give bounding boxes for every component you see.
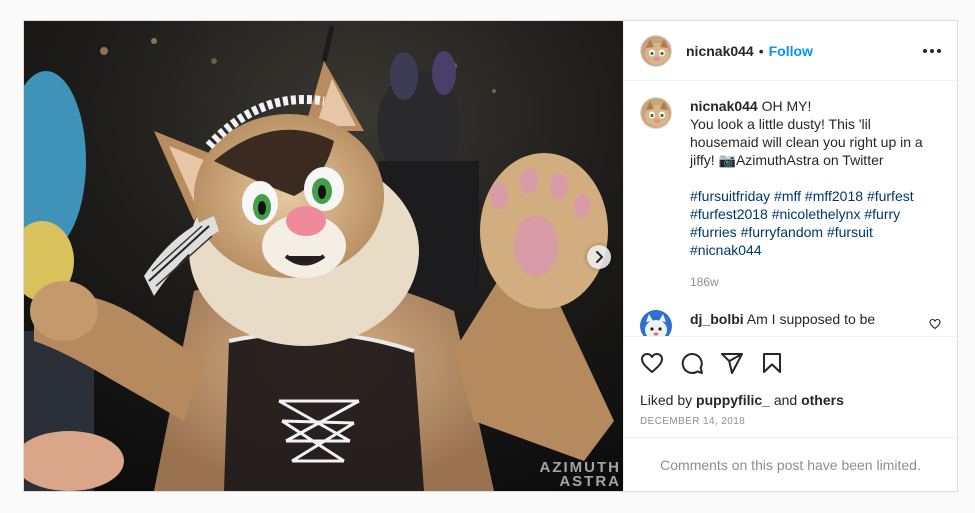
post-actions (624, 336, 957, 388)
avatar-image (641, 98, 671, 128)
caption-avatar[interactable] (640, 97, 672, 129)
caption-hashtags: #fursuitfriday #mff #mff2018 #furfest #f… (690, 187, 935, 259)
caption-timestamp[interactable]: 186w (690, 273, 935, 291)
comment-username[interactable]: dj_bolbi (690, 311, 744, 327)
hashtag-link[interactable]: #furry (864, 206, 900, 222)
hashtag-link[interactable]: #nicnak044 (690, 242, 762, 258)
caption: nicnak044 OH MY! You look a little dusty… (640, 97, 941, 291)
liked-by-others[interactable]: others (801, 392, 844, 408)
likes-joiner: and (773, 392, 798, 408)
post-author-username[interactable]: nicnak044 (686, 43, 754, 59)
likes-prefix: Liked by (640, 392, 693, 408)
hashtag-link[interactable]: #furryfandom (741, 224, 823, 240)
hashtag-link[interactable]: #fursuit (827, 224, 873, 240)
comment-item: dj_bolbi Am I supposed to be (640, 310, 941, 336)
post-card: AZIMUTH ASTRA nicnak044 • Follow nicnak0… (23, 20, 958, 492)
photo-watermark: AZIMUTH ASTRA (540, 460, 622, 490)
more-dot (930, 48, 934, 53)
hashtag-link[interactable]: #nicolethelynx (772, 206, 861, 222)
likes-summary: Liked by puppyfilic_ and others (624, 388, 957, 414)
chevron-right-icon (596, 251, 603, 263)
comment-body: dj_bolbi Am I supposed to be (690, 310, 920, 336)
avatar[interactable] (640, 34, 672, 67)
avatar-image (641, 35, 671, 66)
post-photo[interactable]: AZIMUTH ASTRA (24, 21, 623, 491)
more-dot (937, 48, 941, 53)
hashtag-link[interactable]: #mff (774, 188, 801, 204)
comment-icon[interactable] (680, 351, 704, 375)
more-options-button[interactable] (923, 43, 941, 59)
more-options-icon (923, 48, 927, 53)
avatar-image (640, 310, 672, 336)
comments-limited-notice: Comments on this post have been limited. (624, 437, 957, 491)
hashtag-link[interactable]: #fursuitfriday (690, 188, 770, 204)
comments-section[interactable]: nicnak044 OH MY! You look a little dusty… (624, 81, 957, 336)
hashtag-link[interactable]: #mff2018 (805, 188, 863, 204)
header-separator: • (758, 42, 764, 59)
paper-plane-icon[interactable] (720, 351, 744, 375)
bookmark-icon[interactable] (760, 351, 784, 375)
comment-text: Am I supposed to be (746, 311, 876, 327)
hashtag-link[interactable]: #furries (690, 224, 737, 240)
post-date[interactable]: DECEMBER 14, 2018 (624, 414, 957, 437)
heart-icon[interactable] (929, 318, 941, 330)
caption-body: nicnak044 OH MY! You look a little dusty… (690, 97, 935, 291)
fursuit-photo (24, 21, 623, 491)
post-header: nicnak044 • Follow (624, 21, 957, 81)
commenter-avatar[interactable] (640, 310, 672, 336)
post-side-panel: nicnak044 • Follow nicnak044 OH MY! You … (623, 21, 957, 491)
next-photo-button[interactable] (587, 245, 611, 269)
hashtag-link[interactable]: #furfest2018 (690, 206, 768, 222)
heart-icon[interactable] (640, 351, 664, 375)
follow-button[interactable]: Follow (769, 43, 813, 59)
hashtag-link[interactable]: #furfest (867, 188, 914, 204)
watermark-line-2: ASTRA (559, 473, 621, 490)
liked-by-user[interactable]: puppyfilic_ (696, 392, 770, 408)
caption-username[interactable]: nicnak044 (690, 98, 758, 114)
